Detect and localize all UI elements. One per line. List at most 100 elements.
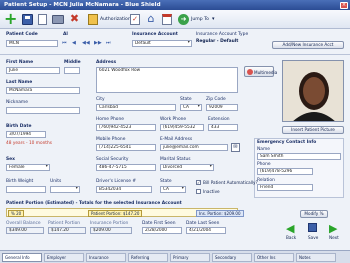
back-arrow-icon: ◀	[286, 222, 295, 235]
tab-secondary[interactable]: Secondary	[212, 253, 252, 262]
save-icon[interactable]	[22, 14, 33, 25]
first-seen-value: 2/28/2000	[142, 227, 182, 234]
age-text: 48 years - 10 months	[6, 141, 52, 146]
prev-page-icon[interactable]: ◀◀	[82, 40, 90, 46]
tab-referring[interactable]: Referring	[128, 253, 168, 262]
first-name-input[interactable]: Julie	[6, 67, 60, 74]
document-icon[interactable]	[38, 14, 47, 25]
last-seen-value: 4/21/2004	[186, 227, 226, 234]
first-seen-label: Date First Seen	[142, 221, 176, 226]
drivers-license-input[interactable]: B5342034	[96, 186, 152, 193]
calendar-icon[interactable]	[162, 14, 172, 25]
title-bar: Patient Setup - MCN Julia McNamara - Blu…	[0, 0, 350, 10]
add-icon[interactable]: +	[4, 11, 17, 27]
tab-general-info[interactable]: General Info	[2, 253, 42, 262]
tab-employer[interactable]: Employer	[44, 253, 84, 262]
units-select[interactable]	[50, 186, 80, 193]
last-record-icon[interactable]: ⏭	[106, 40, 111, 46]
middle-input[interactable]	[64, 67, 80, 74]
tab-notes[interactable]: Notes	[296, 253, 336, 262]
last-seen-label: Date Last Seen	[186, 221, 220, 226]
authorizations-label[interactable]: Authorizations	[100, 17, 133, 22]
print-icon[interactable]	[52, 15, 64, 24]
overall-balance-label: Overall Balance	[6, 221, 41, 226]
back-button[interactable]: ◀ Back	[284, 222, 300, 242]
patient-portion-value: Patient Portion: $147.20	[88, 210, 143, 217]
next-label: Next	[329, 235, 339, 240]
jump-to-chevron-icon[interactable]: ▾	[212, 16, 215, 22]
home-phone-label: Home Phone	[96, 117, 124, 122]
home-icon[interactable]: ⌂	[145, 13, 157, 25]
modify-percent-button[interactable]: Modify %	[300, 210, 328, 218]
zip-label: Zip Code	[206, 97, 226, 102]
zip-input[interactable]: 92009	[206, 104, 238, 111]
birth-weight-label: Birth Weight	[6, 179, 34, 184]
jump-to-label[interactable]: Jump To	[191, 17, 209, 22]
sex-select[interactable]: Female	[6, 164, 50, 171]
emergency-relation-input[interactable]: Friend	[257, 184, 313, 191]
save-label: Save	[308, 235, 319, 240]
dl-state-select[interactable]: CA	[160, 186, 186, 193]
inactive-checkbox[interactable]	[196, 189, 201, 194]
percent-badge: % 20	[8, 210, 25, 217]
last-name-input[interactable]: McNamara	[6, 87, 80, 94]
units-label: Units	[50, 179, 62, 184]
bill-auto-checkbox[interactable]: ✓	[196, 180, 201, 185]
emergency-phone-input[interactable]: (619)478-5296	[257, 168, 313, 175]
email-input[interactable]: julie@email.com	[160, 144, 228, 151]
inactive-label: Inactive	[203, 189, 220, 194]
emergency-contact-panel: Emergency Contact Info Name Sam Smith Ph…	[254, 138, 344, 198]
close-icon[interactable]: ×	[340, 1, 348, 9]
patient-code-input[interactable]: MCN	[6, 40, 58, 47]
add-new-insurance-button[interactable]: Add/New Insurance Acct	[272, 41, 344, 49]
patient-balance-value: $147.20	[48, 227, 86, 234]
dl-state-label: State	[160, 179, 172, 184]
patient-photo-image	[283, 61, 343, 121]
marital-select[interactable]: Divorced	[160, 164, 214, 171]
nickname-label: Nickname	[6, 100, 28, 105]
window-title: Patient Setup - MCN Julia McNamara - Blu…	[4, 1, 161, 8]
first-record-icon[interactable]: ⏮	[62, 40, 67, 46]
state-label: State	[180, 97, 192, 102]
tab-insurance[interactable]: Insurance	[86, 253, 126, 262]
jump-to-icon[interactable]: ➜	[178, 14, 189, 25]
next-button[interactable]: ▶ Next	[326, 222, 344, 242]
multimedia-icon	[247, 69, 253, 75]
state-select[interactable]: CA	[180, 104, 202, 111]
emergency-name-label: Name	[257, 147, 270, 152]
extension-input[interactable]: 433	[208, 124, 238, 131]
next-page-icon[interactable]: ▶▶	[94, 40, 102, 46]
address-input[interactable]: 6021 Woodfox Row	[96, 67, 238, 93]
insert-picture-button[interactable]: Insert Patient Picture	[282, 126, 344, 134]
email-send-icon[interactable]: ✉	[231, 143, 240, 152]
authorizations-icon[interactable]	[88, 14, 98, 25]
work-phone-input[interactable]: (619)459-5532	[160, 124, 204, 131]
patient-code-label: Patient Code	[6, 32, 38, 37]
insurance-balance-value: $209.00	[90, 227, 132, 234]
emergency-relation-label: Relation	[257, 178, 275, 183]
insurance-account-select[interactable]: Default	[132, 40, 192, 47]
back-label: Back	[286, 235, 297, 240]
tab-primary[interactable]: Primary	[170, 253, 210, 262]
city-input[interactable]: Carlsbad	[96, 104, 176, 111]
prev-record-icon[interactable]: ◀	[72, 40, 76, 46]
ins-portion-value: Ins. Portion: $209.00	[196, 210, 244, 217]
birth-weight-input[interactable]	[6, 186, 46, 193]
patient-photo	[282, 60, 344, 122]
emergency-name-input[interactable]: Sam Smith	[257, 153, 341, 160]
home-phone-input[interactable]: (760)942-4523	[96, 124, 156, 131]
emergency-title: Emergency Contact Info	[257, 140, 317, 145]
multimedia-button[interactable]: Multimedia	[244, 66, 277, 77]
work-phone-label: Work Phone	[160, 117, 187, 122]
ssn-label: Social Security	[96, 157, 129, 162]
birth-date-input[interactable]: 3/07/1994	[6, 131, 46, 138]
delete-icon[interactable]: ✖	[69, 13, 80, 25]
save-button[interactable]: Save	[305, 222, 321, 242]
nickname-input[interactable]	[6, 107, 80, 114]
mobile-phone-input[interactable]: (714)225-6541	[96, 144, 156, 151]
overall-balance-value: $349.00	[6, 227, 44, 234]
address-label: Address	[96, 60, 117, 65]
tab-other-ins[interactable]: Other Ins	[254, 253, 294, 262]
ssn-input[interactable]: 486-47-5715	[96, 164, 156, 171]
checklist-icon[interactable]: ✓	[130, 14, 140, 25]
